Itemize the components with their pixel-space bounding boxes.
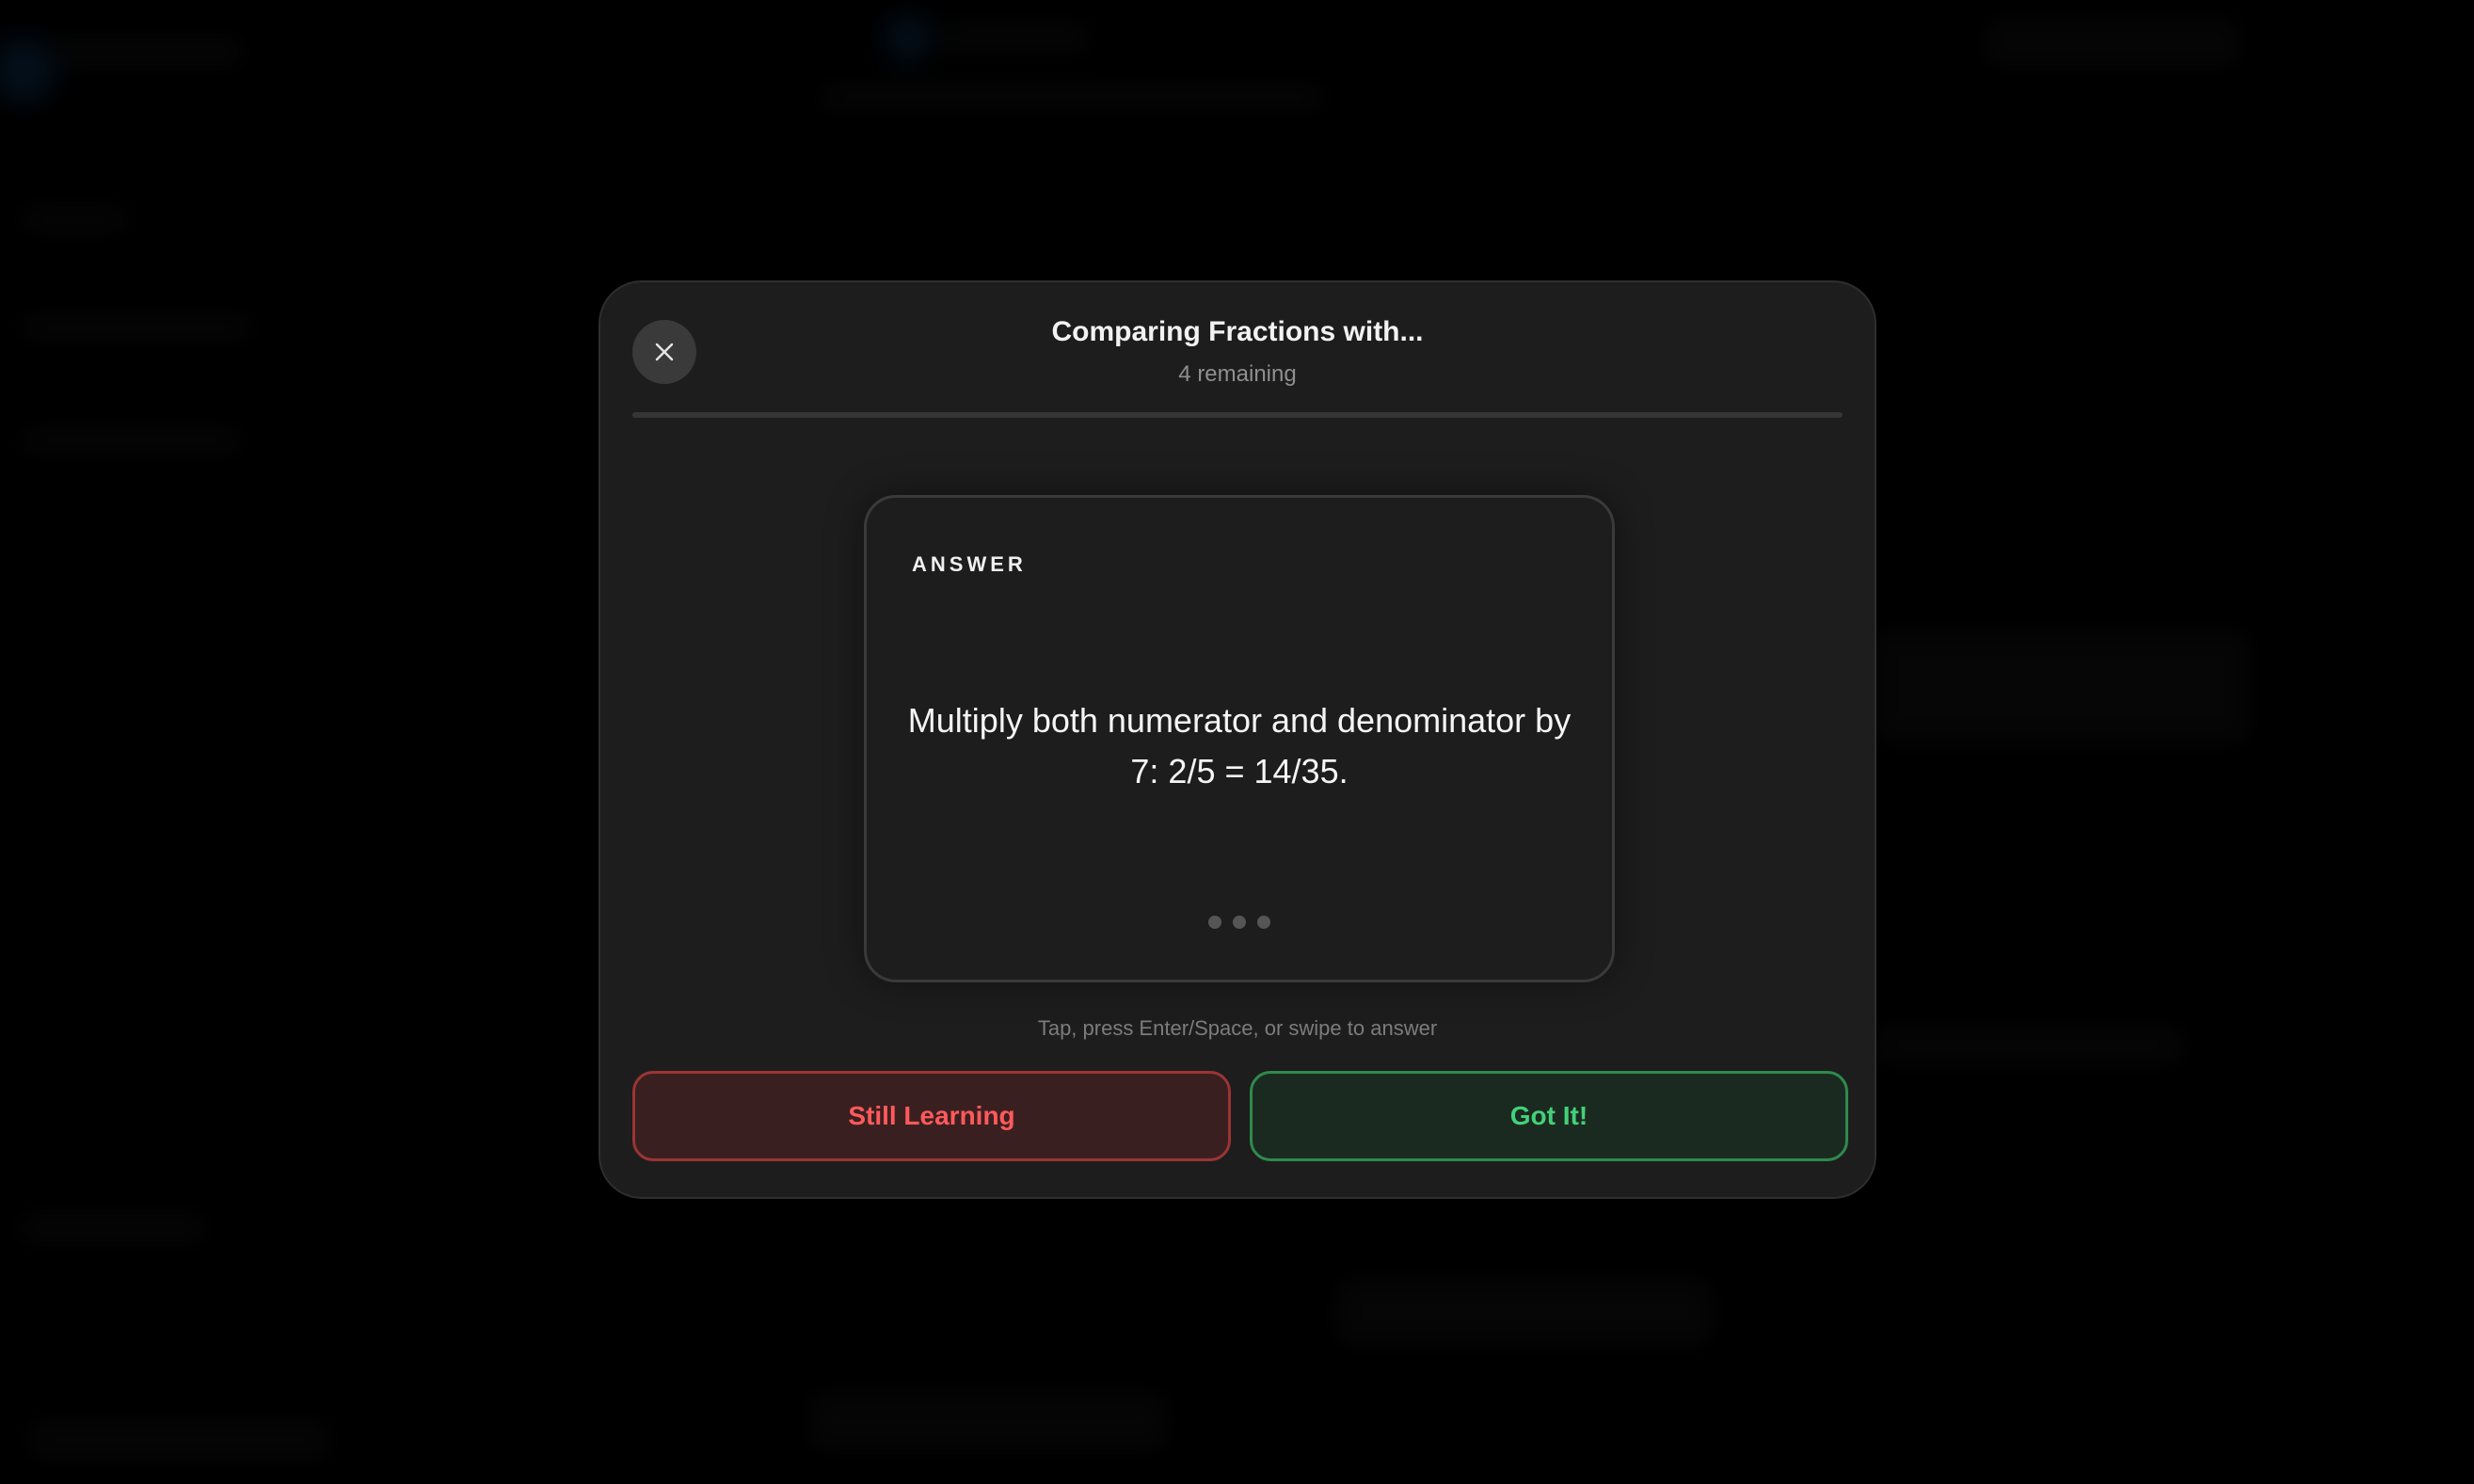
deck-title: Comparing Fractions with... bbox=[1051, 316, 1424, 347]
more-options-icon bbox=[867, 916, 1612, 929]
dot bbox=[1233, 916, 1246, 929]
still-learning-button[interactable]: Still Learning bbox=[632, 1071, 1231, 1161]
remaining-count: 4 remaining bbox=[1178, 361, 1297, 387]
flashcard-modal: Comparing Fractions with... 4 remaining … bbox=[599, 280, 1876, 1199]
dot bbox=[1257, 916, 1270, 929]
card-answer-text: Multiply both numerator and denominator … bbox=[907, 701, 1572, 790]
progress-bar bbox=[632, 412, 1843, 418]
card-side-label: ANSWER bbox=[912, 552, 1027, 576]
interaction-hint: Tap, press Enter/Space, or swipe to answ… bbox=[1037, 1016, 1438, 1040]
got-it-button[interactable]: Got It! bbox=[1250, 1071, 1848, 1161]
dot bbox=[1208, 916, 1221, 929]
flashcard[interactable]: ANSWER Multiply both numerator and denom… bbox=[864, 495, 1615, 982]
